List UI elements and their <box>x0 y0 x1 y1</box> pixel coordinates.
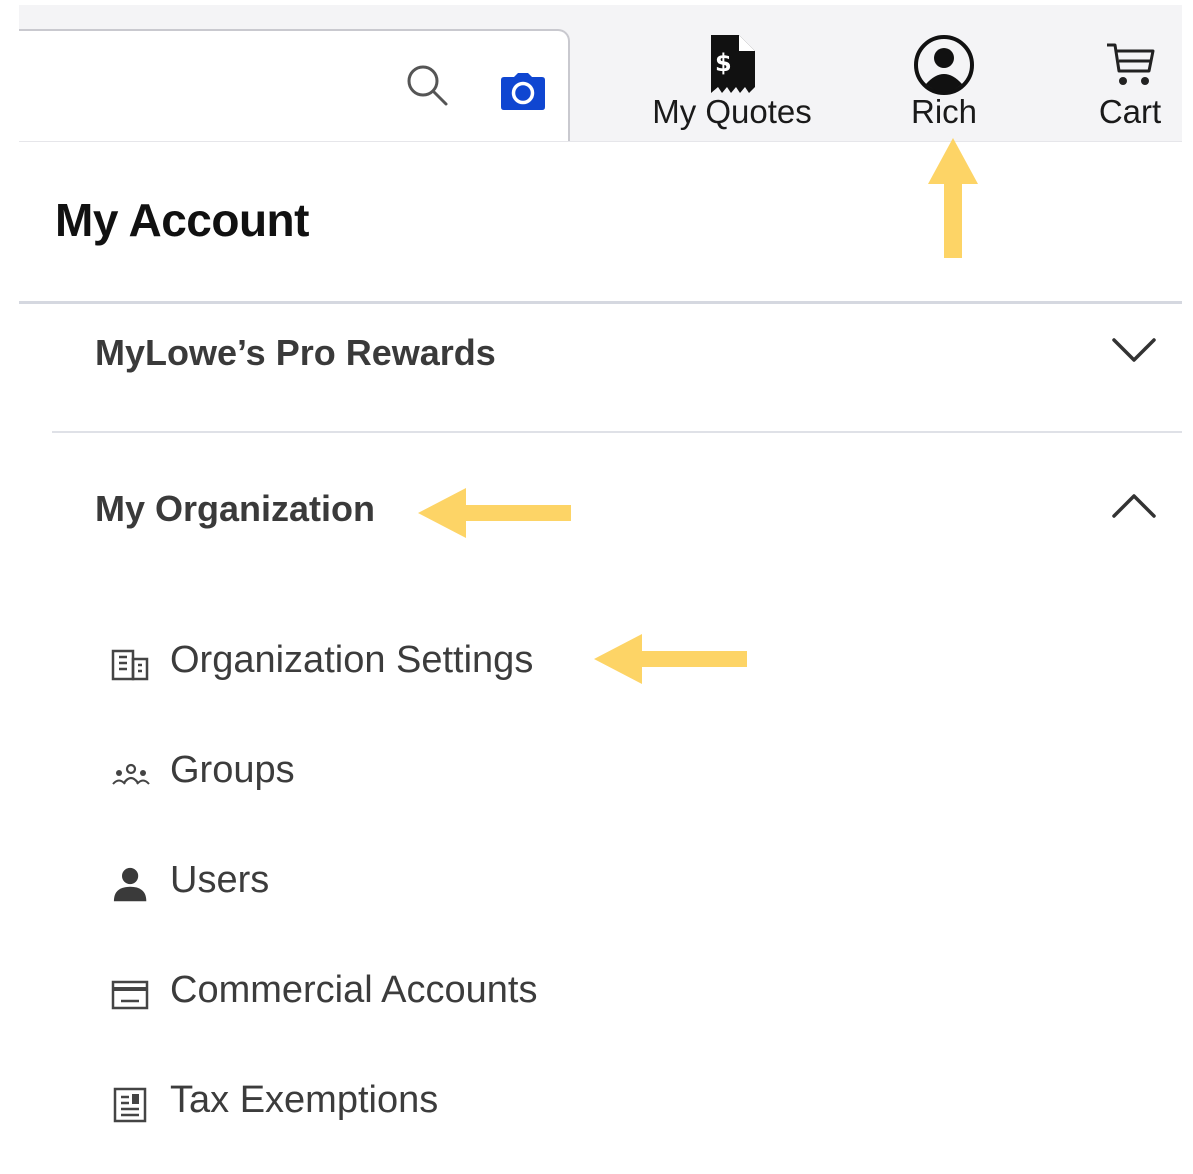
document-icon <box>113 1087 147 1123</box>
group-icon <box>112 763 150 785</box>
user-icon <box>113 867 147 902</box>
menu-item-tax-exemptions[interactable]: Tax Exemptions <box>0 1073 800 1133</box>
menu-item-commercial-accounts[interactable]: Commercial Accounts <box>0 963 800 1023</box>
search-icon[interactable] <box>405 63 449 107</box>
account-label: Rich <box>910 93 978 130</box>
accordion-my-organization[interactable]: My Organization <box>0 468 1193 548</box>
chevron-up-icon <box>1112 494 1156 518</box>
svg-text:$: $ <box>715 49 732 77</box>
menu-item-label: Users <box>170 859 270 901</box>
accordion-my-organization-label: My Organization <box>95 488 376 529</box>
user-circle-icon <box>914 35 974 95</box>
my-quotes-label: My Quotes <box>652 93 812 130</box>
camera-search-icon[interactable] <box>500 71 546 111</box>
cart-label: Cart <box>1098 93 1162 130</box>
menu-item-label: Commercial Accounts <box>170 969 538 1011</box>
menu-item-groups[interactable]: Groups <box>0 743 800 803</box>
cart-icon <box>1107 43 1155 85</box>
annotation-arrow-left-icon <box>594 634 747 684</box>
credit-card-icon <box>111 980 149 1010</box>
divider <box>19 301 1182 304</box>
menu-item-label: Organization Settings <box>170 639 534 681</box>
menu-item-label: Groups <box>170 749 295 791</box>
account-link[interactable]: Rich <box>899 5 989 141</box>
my-quotes-link[interactable]: $ My Quotes <box>641 5 823 141</box>
menu-item-label: Tax Exemptions <box>170 1079 439 1121</box>
cart-link[interactable]: Cart <box>1085 5 1175 141</box>
top-header-bar: $ My Quotes Rich Cart <box>19 5 1182 142</box>
search-input[interactable] <box>19 29 570 141</box>
page-title: My Account <box>55 194 309 246</box>
quote-document-icon: $ <box>711 35 755 93</box>
annotation-arrow-left-icon <box>418 488 571 538</box>
annotation-arrow-up-icon <box>928 138 978 258</box>
building-icon <box>111 649 149 681</box>
chevron-down-icon <box>1112 338 1156 362</box>
accordion-pro-rewards-label: MyLowe’s Pro Rewards <box>95 332 496 373</box>
menu-item-users[interactable]: Users <box>0 853 800 913</box>
divider <box>52 431 1182 433</box>
accordion-pro-rewards[interactable]: MyLowe’s Pro Rewards <box>0 312 1193 392</box>
